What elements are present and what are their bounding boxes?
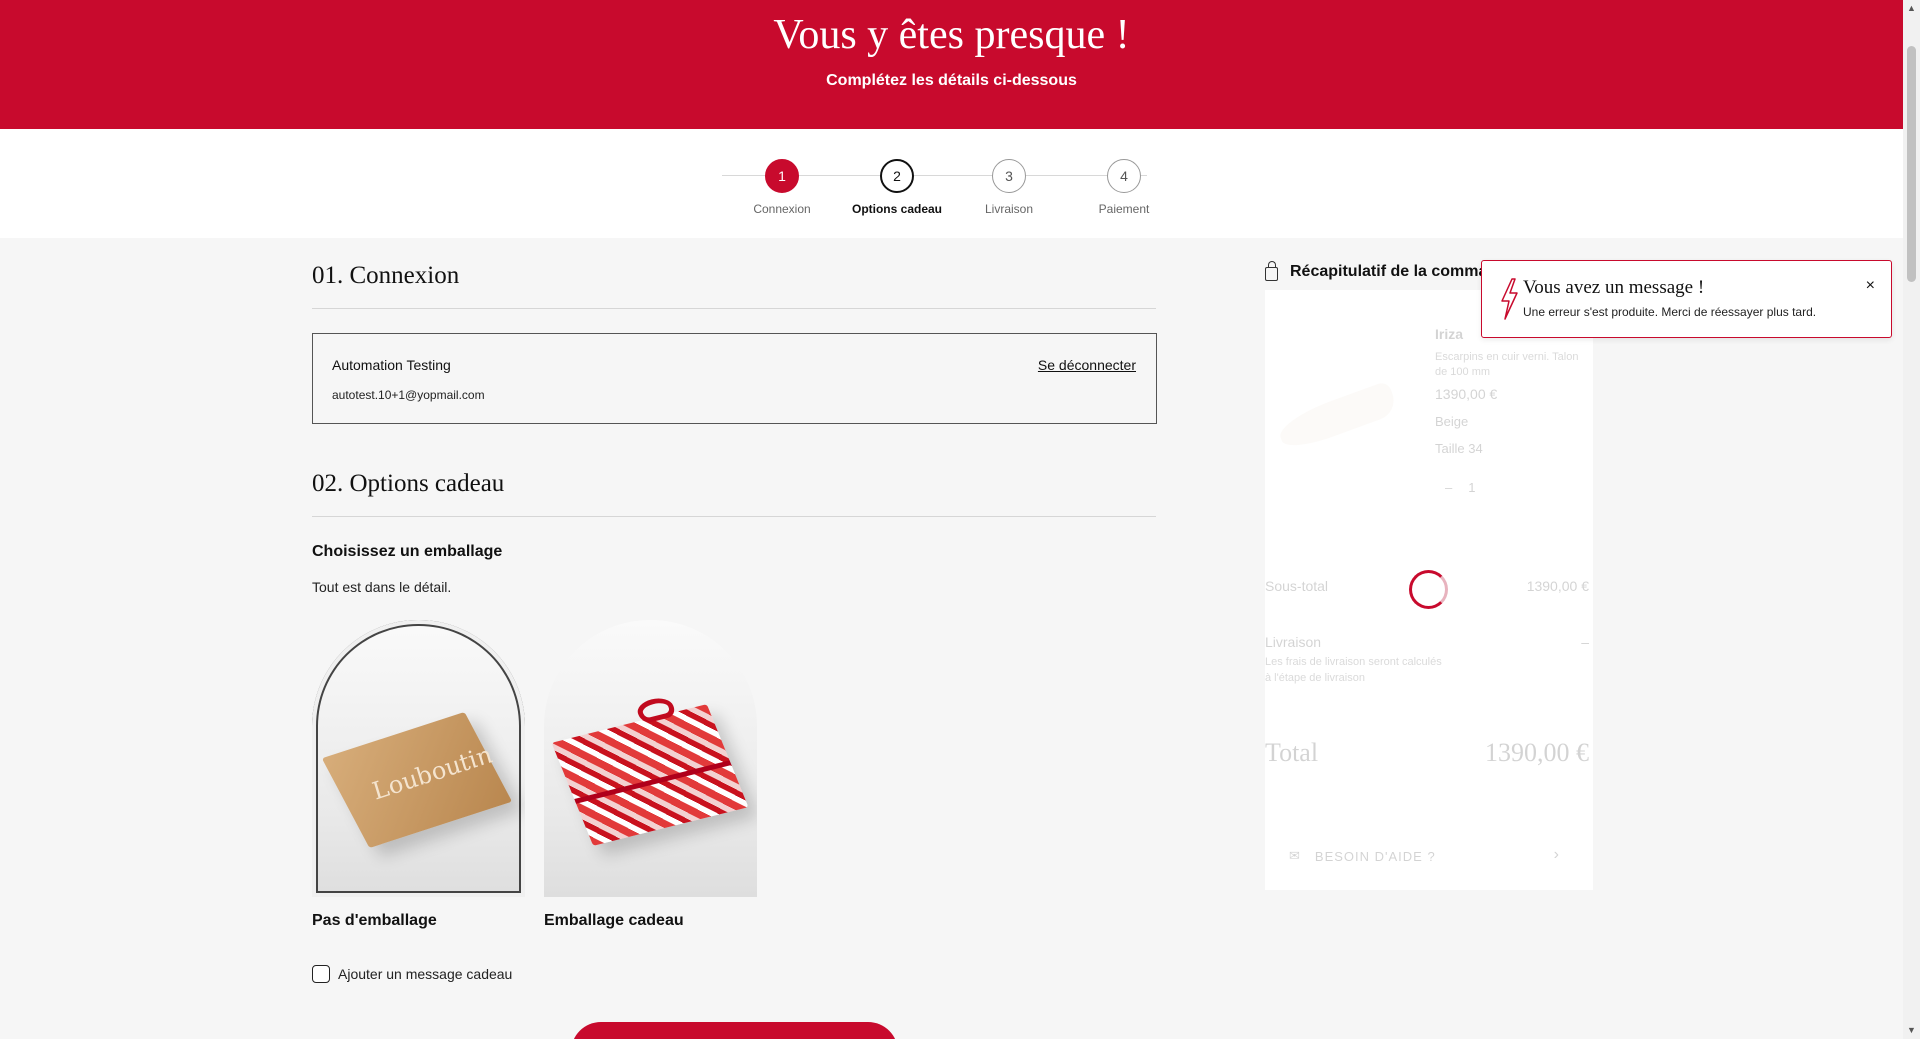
lightning-icon [1501,278,1518,320]
subtotal-value: 1390,00 € [1526,578,1589,594]
step-number: 3 [992,159,1026,193]
wrapping-option-label: Pas d'emballage [312,912,437,929]
quantity-stepper[interactable]: –1 [1445,480,1491,495]
step-number: 2 [880,159,914,193]
account-name: Automation Testing [332,357,451,373]
step-number: 1 [765,159,799,193]
product-name: Iriza [1435,326,1464,342]
shipping-value: – [1581,634,1589,650]
step-paiement[interactable]: 4 Paiement [1064,159,1184,216]
divider [312,308,1156,309]
close-icon[interactable]: × [1866,277,1875,295]
gift-message-checkbox[interactable] [312,965,330,983]
loading-spinner [1409,570,1448,609]
product-color: Beige [1435,414,1469,429]
page-scrollbar[interactable]: ▲ ▼ [1903,0,1920,1039]
chevron-right-icon: › [1553,846,1559,863]
step-livraison[interactable]: 3 Livraison [949,159,1069,216]
gift-box-image [544,620,757,897]
checkout-hero: Vous y êtes presque ! Complétez les déta… [0,0,1903,129]
total-value: 1390,00 € [1485,738,1589,767]
bow [634,695,678,725]
ribbon [574,760,732,804]
step-label: Connexion [753,202,811,216]
wrapping-option-gift[interactable]: Emballage cadeau [544,620,757,930]
gift-message-label: Ajouter un message cadeau [338,966,513,982]
shoe-box: Louboutin [321,711,513,849]
wrapping-subtitle: Tout est dans le détail. [312,579,452,595]
shipping-row: Livraison – [1265,634,1589,650]
shopping-bag-icon [1265,261,1278,281]
scroll-up-icon[interactable]: ▲ [1903,0,1920,17]
wrapping-option-label: Emballage cadeau [544,912,684,929]
mail-icon: ✉ [1289,848,1301,863]
order-summary-header: Récapitulatif de la comma [1265,261,1488,281]
subtotal-label: Sous-total [1265,578,1329,594]
gift-box [551,695,749,846]
step-label: Paiement [1098,202,1150,216]
toast-title: Vous avez un message ! [1523,277,1705,298]
step-connexion[interactable]: 1 Connexion [722,159,842,216]
account-email: autotest.10+1@yopmail.com [332,388,485,402]
total-row: Total 1390,00 € [1265,738,1589,768]
logout-link[interactable]: Se déconnecter [1038,357,1136,373]
error-toast: Vous avez un message ! Une erreur s'est … [1481,260,1892,338]
help-link[interactable]: ✉ BESOIN D'AIDE ? [1289,848,1436,864]
scroll-thumb[interactable] [1907,46,1916,282]
toast-message: Une erreur s'est produite. Merci de rées… [1523,305,1817,319]
plain-box-image: Louboutin [312,620,525,897]
page-title: Vous y êtes presque ! [773,12,1130,58]
login-section-title: 01. Connexion [312,262,460,289]
gift-message-option[interactable]: Ajouter un message cadeau [312,965,512,983]
product-size: Taille 34 [1435,441,1483,456]
step-options-cadeau[interactable]: 2 Options cadeau [837,159,957,216]
step-label: Livraison [984,202,1034,216]
total-label: Total [1265,738,1319,767]
gift-section-title: 02. Options cadeau [312,470,505,497]
account-card: Automation Testing autotest.10+1@yopmail… [312,333,1157,424]
wrapping-title: Choisissez un emballage [312,543,503,560]
divider [312,516,1156,517]
checkout-stepper: 1 Connexion 2 Options cadeau 3 Livraison… [0,129,1903,238]
product-price: 1390,00 € [1435,386,1498,402]
continue-button[interactable] [571,1022,898,1039]
product-image [1274,360,1407,454]
help-label: BESOIN D'AIDE ? [1314,848,1436,864]
shipping-note: Les frais de livraison seront calculés à… [1265,656,1442,684]
scroll-down-icon[interactable]: ▼ [1903,1022,1920,1039]
page-subtitle: Complétez les détails ci-dessous [826,72,1077,89]
shipping-label: Livraison [1265,634,1322,650]
product-description: Escarpins en cuir verni. Talon de 100 mm [1435,351,1579,378]
step-label: Options cadeau [851,202,943,216]
wrapping-option-none[interactable]: Louboutin Pas d'emballage [312,620,525,930]
quantity-value: 1 [1468,480,1492,495]
step-number: 4 [1107,159,1141,193]
order-summary-title: Récapitulatif de la comma [1290,263,1488,280]
